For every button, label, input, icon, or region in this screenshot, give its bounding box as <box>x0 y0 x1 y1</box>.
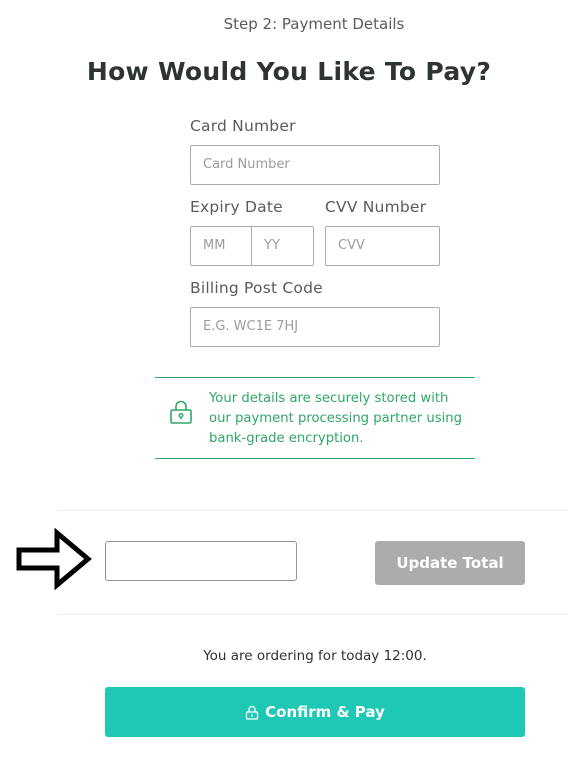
expiry-date-field: MM YY <box>190 226 314 266</box>
cvv-input[interactable]: CVV <box>325 226 440 266</box>
ordering-time-text: You are ordering for today 12:00. <box>203 648 427 664</box>
expiry-year-input[interactable]: YY <box>252 227 313 265</box>
card-number-input[interactable]: Card Number <box>190 145 440 185</box>
expiry-month-input[interactable]: MM <box>191 227 252 265</box>
confirm-pay-button[interactable]: Confirm & Pay <box>105 687 525 737</box>
update-total-button[interactable]: Update Total <box>375 541 525 585</box>
security-notice: Your details are securely stored with ou… <box>155 377 475 459</box>
lock-icon <box>245 705 259 720</box>
lock-icon <box>168 399 194 425</box>
page-title: How Would You Like To Pay? <box>86 57 492 86</box>
right-arrow-icon <box>16 527 92 591</box>
divider-top <box>58 510 568 511</box>
billing-post-code-label: Billing Post Code <box>190 279 323 297</box>
expiry-date-label: Expiry Date <box>190 198 283 216</box>
step-indicator: Step 2: Payment Details <box>223 15 405 33</box>
confirm-pay-label: Confirm & Pay <box>265 703 385 721</box>
billing-post-code-input[interactable]: E.G. WC1E 7HJ <box>190 307 440 347</box>
security-notice-text: Your details are securely stored with ou… <box>209 391 462 446</box>
card-number-label: Card Number <box>190 117 296 135</box>
cvv-label: CVV Number <box>325 198 427 216</box>
divider-bottom <box>58 614 568 615</box>
promo-code-input[interactable] <box>105 541 297 581</box>
